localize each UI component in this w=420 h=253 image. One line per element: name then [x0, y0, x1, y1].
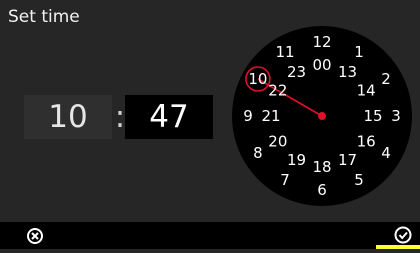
hour-7[interactable]: 7: [280, 171, 290, 189]
hour-19[interactable]: 19: [287, 151, 306, 169]
hour-18[interactable]: 18: [312, 158, 331, 176]
hour-11[interactable]: 11: [275, 43, 294, 61]
hour-12[interactable]: 12: [312, 33, 331, 51]
hour-20[interactable]: 20: [268, 133, 287, 151]
clock-center-dot: [318, 112, 326, 120]
confirm-button[interactable]: [376, 222, 420, 249]
hour-6[interactable]: 6: [317, 181, 327, 199]
hour-4[interactable]: 4: [381, 144, 391, 162]
hour-16[interactable]: 16: [357, 133, 376, 151]
hour-9[interactable]: 9: [243, 107, 253, 125]
hour-10[interactable]: 10: [248, 70, 267, 88]
hour-13[interactable]: 13: [338, 63, 357, 81]
hour-2[interactable]: 2: [381, 70, 391, 88]
hour-15[interactable]: 15: [363, 107, 382, 125]
hour-3[interactable]: 3: [391, 107, 401, 125]
check-circle-icon: [376, 226, 420, 249]
hour-1[interactable]: 1: [354, 43, 364, 61]
footer-bar: [0, 222, 420, 249]
hour-00[interactable]: 00: [312, 56, 331, 74]
clock-dial[interactable]: 12123456789101100 1314151617181920212223: [0, 0, 420, 249]
cancel-button[interactable]: [24, 225, 46, 247]
hour-22[interactable]: 22: [268, 82, 287, 100]
hour-17[interactable]: 17: [338, 151, 357, 169]
close-circle-icon: [27, 228, 43, 244]
hour-14[interactable]: 14: [357, 82, 376, 100]
hour-5[interactable]: 5: [354, 171, 364, 189]
hour-21[interactable]: 21: [261, 107, 280, 125]
hour-23[interactable]: 23: [287, 63, 306, 81]
hour-8[interactable]: 8: [253, 144, 263, 162]
